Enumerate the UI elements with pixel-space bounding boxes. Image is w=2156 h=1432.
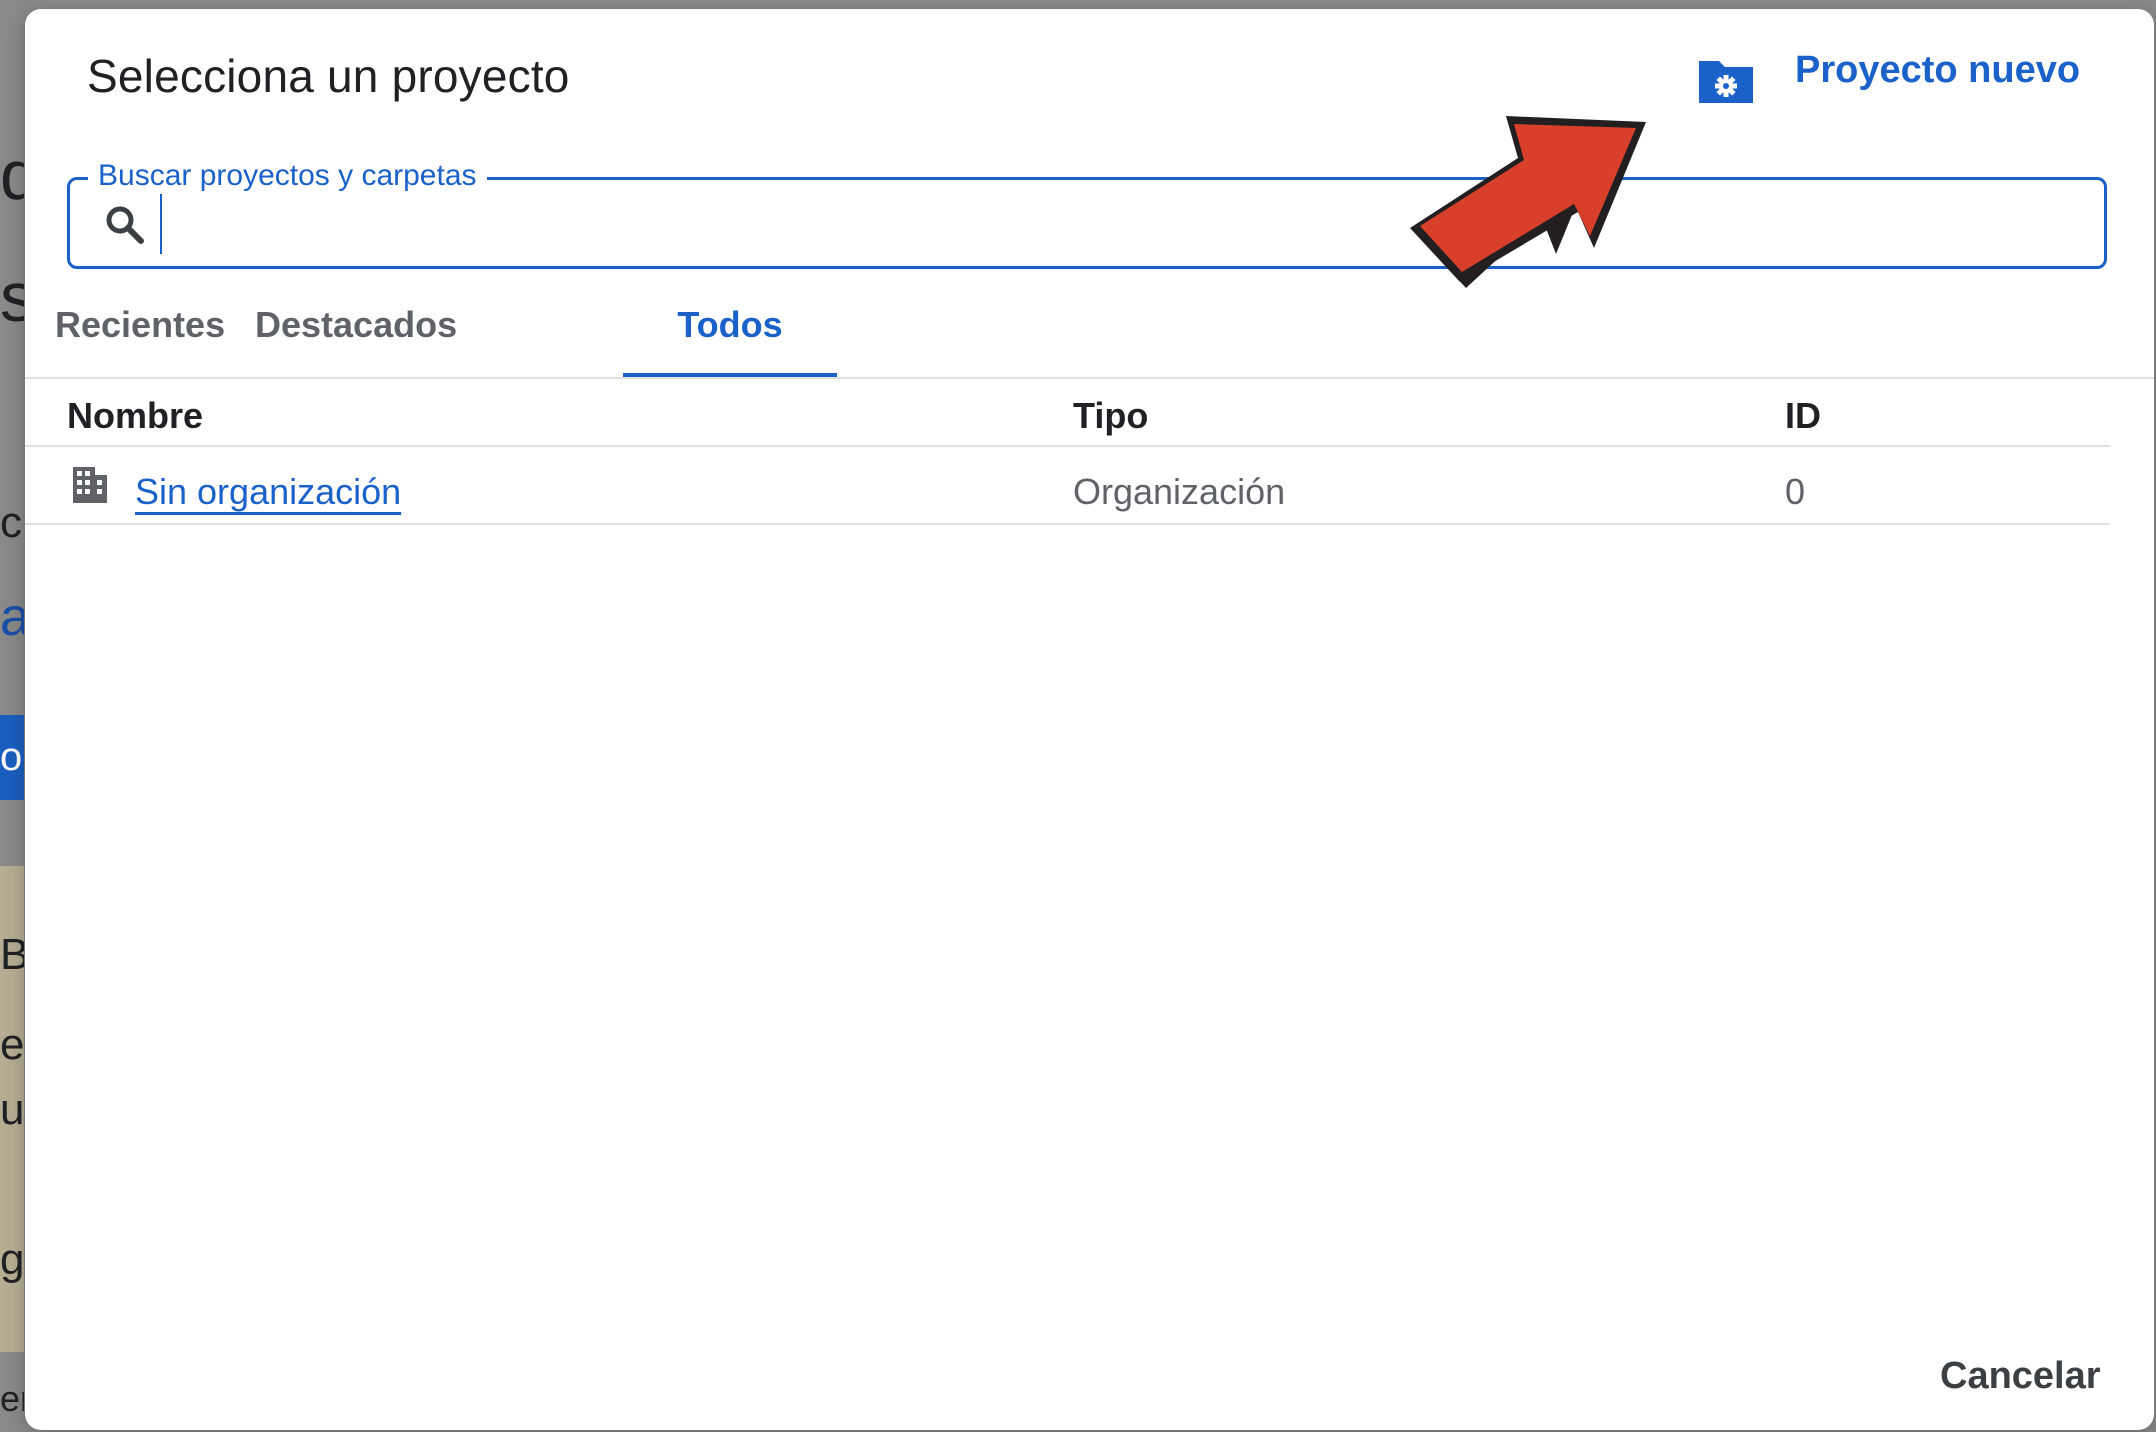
background-text-fragment: c bbox=[0, 498, 22, 547]
annotation-arrow-icon bbox=[1410, 116, 1646, 288]
search-field-label: Buscar proyectos y carpetas bbox=[88, 158, 487, 194]
tab-bar: Recientes Destacados Todos bbox=[25, 295, 2154, 377]
column-header-tipo[interactable]: Tipo bbox=[1073, 395, 1148, 437]
tab-todos[interactable]: Todos bbox=[623, 295, 837, 377]
new-project-folder-icon[interactable] bbox=[1697, 57, 1755, 105]
dialog-title: Selecciona un proyecto bbox=[87, 50, 570, 102]
header-divider bbox=[25, 445, 2110, 447]
column-header-id[interactable]: ID bbox=[1785, 395, 1821, 437]
tab-destacados[interactable]: Destacados bbox=[255, 295, 457, 377]
background-link-fragment: er bbox=[0, 1378, 24, 1419]
background-text-fragment: s bbox=[0, 262, 24, 332]
background-text-fragment: d bbox=[0, 140, 24, 210]
cancel-button[interactable]: Cancelar bbox=[1940, 1355, 2101, 1398]
search-icon bbox=[106, 206, 144, 244]
background-text-fragment: u bbox=[0, 1085, 24, 1134]
column-header-nombre[interactable]: Nombre bbox=[67, 395, 203, 437]
search-field[interactable]: Buscar proyectos y carpetas bbox=[67, 158, 2107, 269]
tabs-divider bbox=[25, 377, 2154, 379]
new-project-button[interactable]: Proyecto nuevo bbox=[1795, 49, 2080, 92]
background-button-fragment: o bbox=[0, 715, 24, 800]
background-text-fragment: B bbox=[0, 930, 24, 979]
project-picker-dialog: Selecciona un proyecto Proyecto nuevo Bu… bbox=[25, 9, 2154, 1430]
background-link-fragment: g bbox=[0, 1235, 24, 1284]
organization-id: 0 bbox=[1785, 471, 1806, 512]
row-divider bbox=[25, 523, 2110, 525]
organization-link[interactable]: Sin organización bbox=[135, 471, 401, 513]
search-input[interactable] bbox=[160, 194, 2066, 254]
background-link-fragment: a bbox=[0, 590, 24, 644]
tab-recientes[interactable]: Recientes bbox=[55, 295, 225, 377]
background-text-fragment: e bbox=[0, 1020, 24, 1069]
organization-type: Organización bbox=[1073, 471, 1286, 512]
building-icon bbox=[73, 467, 107, 503]
